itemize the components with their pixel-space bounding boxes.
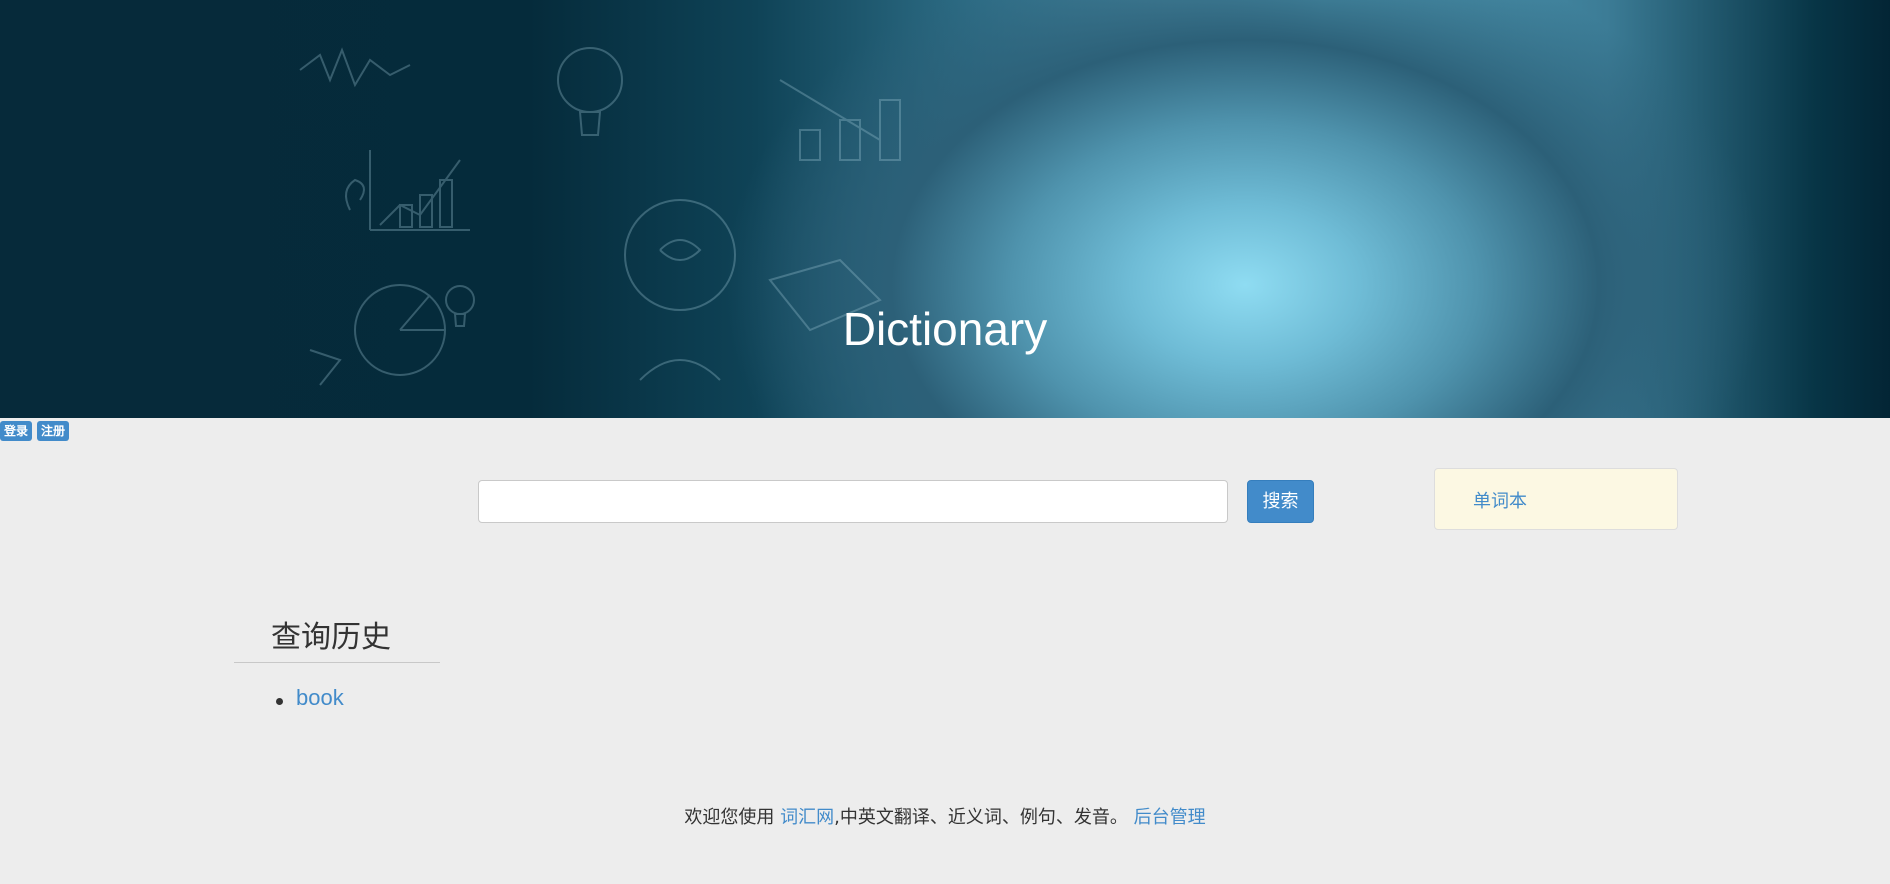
search-input[interactable]: [478, 480, 1228, 523]
auth-bar: 登录 注册: [0, 421, 70, 441]
history-divider: [234, 662, 440, 663]
wordbook-panel: 单词本: [1434, 468, 1678, 530]
footer-admin-link[interactable]: 后台管理: [1134, 807, 1206, 828]
site-title: Dictionary: [842, 303, 1048, 355]
hero-banner: Dictionary: [0, 0, 1890, 418]
register-button[interactable]: 注册: [37, 421, 70, 441]
history-list: book: [276, 685, 344, 711]
footer-description: ,中英文翻译、近义词、例句、发音。: [834, 807, 1134, 828]
footer-prefix: 欢迎您使用: [684, 807, 781, 828]
history-item-link[interactable]: book: [296, 685, 344, 710]
wordbook-link[interactable]: 单词本: [1473, 487, 1527, 513]
footer-site-link[interactable]: 词汇网: [780, 807, 834, 828]
login-button[interactable]: 登录: [0, 421, 33, 441]
footer: 欢迎您使用 词汇网,中英文翻译、近义词、例句、发音。 后台管理: [0, 803, 1890, 829]
history-title: 查询历史: [271, 620, 391, 655]
history-item: book: [276, 685, 344, 711]
search-button[interactable]: 搜索: [1247, 480, 1314, 523]
